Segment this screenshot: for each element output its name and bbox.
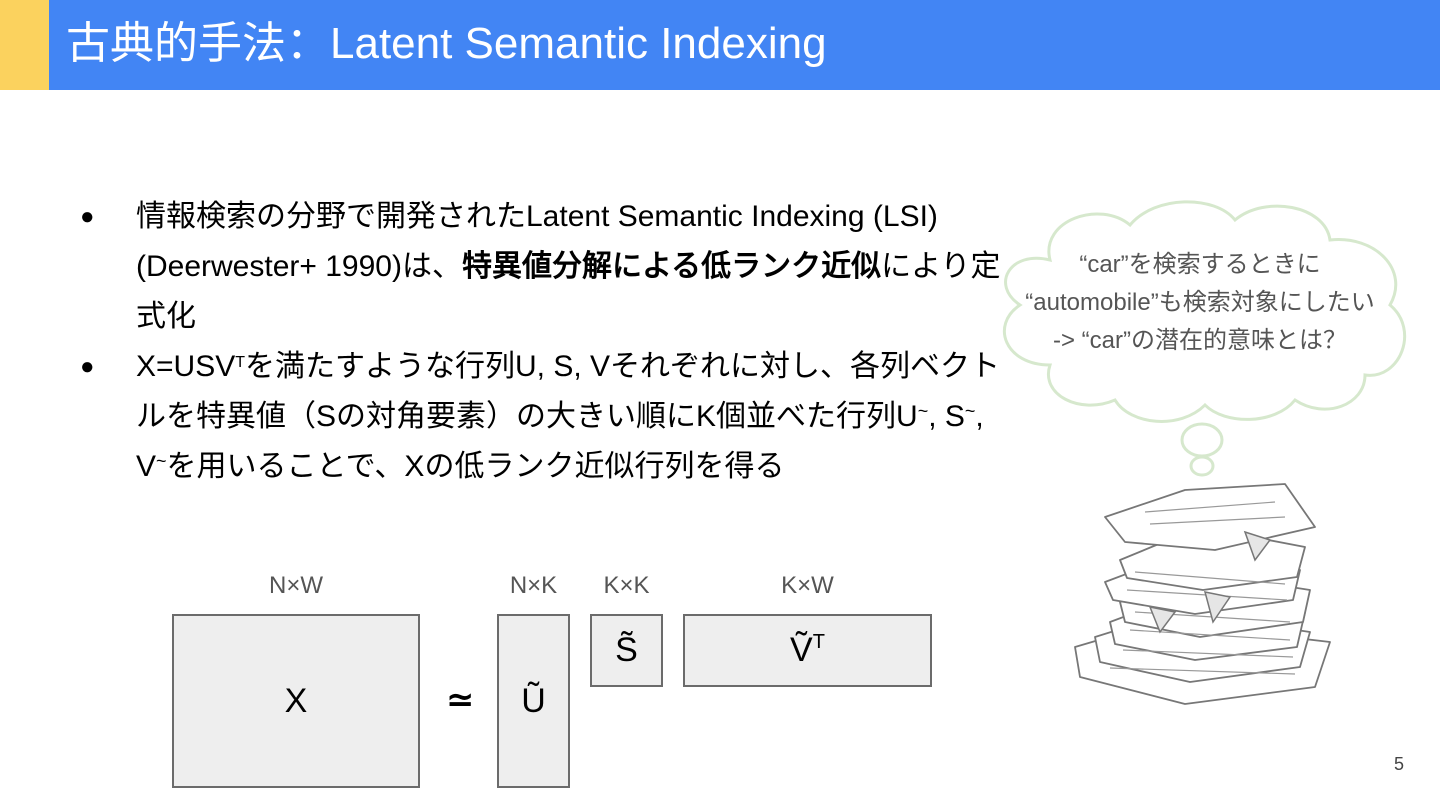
bullet-list: ● 情報検索の分野で開発されたLatent Semantic Indexing … — [78, 192, 1008, 492]
title-accent — [0, 0, 49, 90]
bullet-text: を用いることで、Xの低ランク近似行列を得る — [166, 450, 785, 483]
superscript-t: T — [235, 354, 245, 371]
approx-symbol: ≃ — [446, 681, 475, 719]
page-title: 古典的手法：Latent Semantic Indexing — [66, 19, 827, 68]
matrix-s-symbol: S̃ — [615, 631, 638, 669]
paper-pile-illustration — [1074, 483, 1331, 705]
matrix-v-superscript: T — [812, 631, 825, 653]
tilde-mark: ~ — [917, 401, 929, 421]
thought-line: “car”を検索するときに — [1079, 251, 1321, 278]
thought-text: “car”を検索するときに “automobile”も検索対象にしたい -> “… — [990, 246, 1410, 360]
thought-line: “automobile”も検索対象にしたい — [1025, 289, 1375, 316]
matrix-v-symbol: Ṽ — [790, 631, 813, 669]
bullet-item-svd: ● X=USVTを満たすような行列U, S, Vそれぞれに対し、各列ベクトルを特… — [78, 342, 1008, 492]
matrix-s: S̃ — [590, 614, 663, 687]
matrix-s-dims: K×K — [603, 572, 650, 599]
page-number: 5 — [1394, 754, 1405, 774]
bullet-dot: ● — [80, 353, 95, 380]
tilde-mark: ~ — [964, 401, 976, 421]
bullet-dot: ● — [80, 203, 95, 230]
matrix-u-dims: N×K — [509, 572, 558, 599]
matrix-x-symbol: X — [284, 681, 308, 720]
matrix-u: Ũ — [497, 614, 570, 788]
matrix-x-dims: N×W — [269, 572, 323, 599]
matrix-v-dims: K×W — [781, 572, 834, 599]
bullet-text: X=USV — [136, 350, 236, 383]
tilde-mark: ~ — [156, 451, 167, 471]
matrix-x: X — [172, 614, 420, 788]
bullet-text: , S — [928, 400, 965, 433]
bullet-bold-text: 特異値分解による低ランク近似 — [461, 250, 882, 283]
matrix-u-symbol: Ũ — [521, 681, 546, 720]
bullet-text: を満たすような行列U, S, Vそれぞれに対し、各列ベクトルを特異値（Sの対角要… — [136, 350, 1001, 433]
thought-line: -> “car”の潜在的意味とは？ — [1053, 327, 1347, 354]
matrix-v: ṼT — [683, 614, 932, 687]
bullet-item-lsi: ● 情報検索の分野で開発されたLatent Semantic Indexing … — [78, 192, 1008, 342]
cloud-bubble-large — [1180, 422, 1224, 458]
title-bar: 古典的手法：Latent Semantic Indexing — [0, 0, 1440, 90]
